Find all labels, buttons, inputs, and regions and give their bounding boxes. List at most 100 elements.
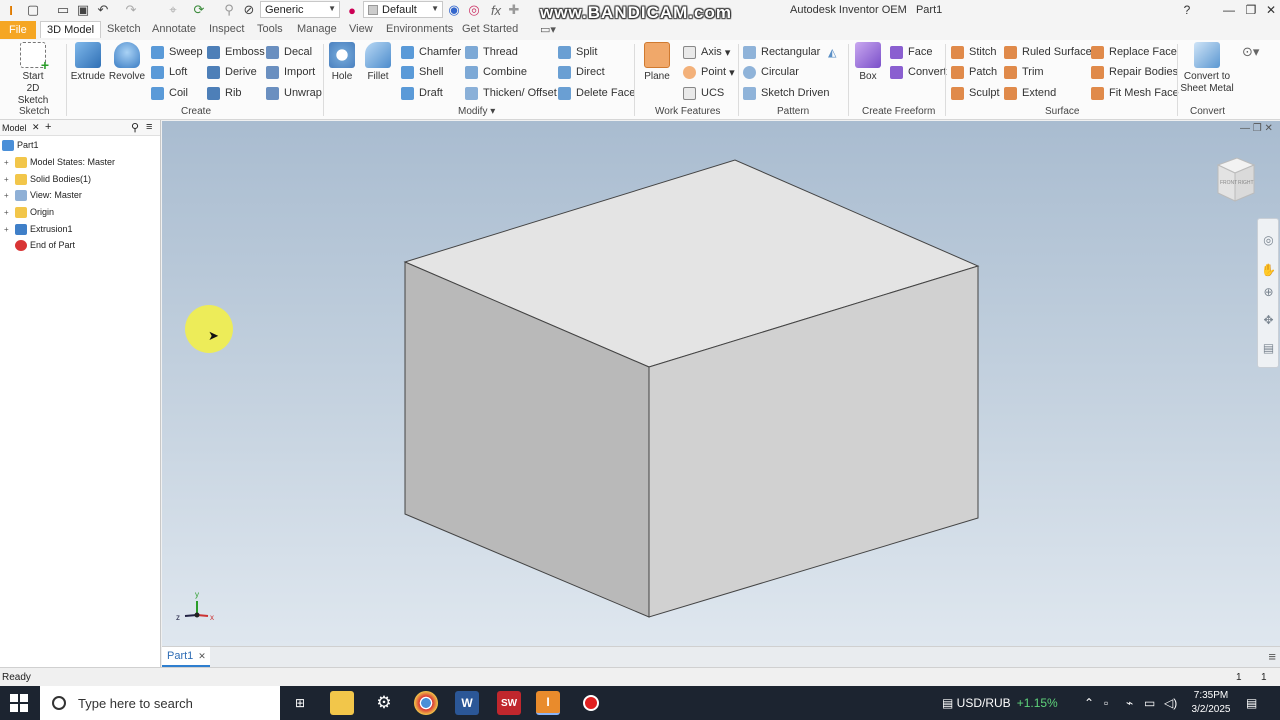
solidworks-icon[interactable]: SW [497,691,521,715]
tab-file[interactable]: File [0,21,36,39]
tab-sketch[interactable]: Sketch [107,23,141,35]
expand-icon[interactable]: + [4,191,12,200]
tree-item-origin[interactable]: + Origin [4,204,54,220]
delete-face-button[interactable]: Delete Face [558,84,635,102]
expand-icon[interactable]: + [4,175,12,184]
panel-label-modify[interactable]: Modify ▾ [458,106,495,117]
decal-button[interactable]: Decal [266,43,312,61]
direct-button[interactable]: Direct [558,63,605,81]
pan-icon[interactable]: ✋ [1261,263,1276,278]
ruled-surface-button[interactable]: Ruled Surface [1004,43,1092,61]
tab-annotate[interactable]: Annotate [152,23,196,35]
new-file-icon[interactable]: ▢ [24,1,42,19]
tree-item-part1[interactable]: Part1 [2,137,39,153]
stitch-button[interactable]: Stitch [951,43,997,61]
repair-bodies-button[interactable]: Repair Bodies [1091,63,1178,81]
fillet-button[interactable]: Fillet [358,42,398,83]
tab-tools[interactable]: Tools [257,23,283,35]
microphone-icon[interactable]: ⌁ [1126,696,1133,710]
hole-button[interactable]: Hole [322,42,362,83]
close-icon[interactable]: ✕ [198,651,206,662]
bandicam-record-icon[interactable] [579,691,603,715]
save-icon[interactable]: ▣ [74,1,92,19]
taskbar-search-box[interactable]: Type here to search [40,686,280,720]
fit-mesh-face-button[interactable]: Fit Mesh Face [1091,84,1179,102]
tree-item-extrusion1[interactable]: + Extrusion1 [4,221,73,237]
graphics-viewport[interactable]: y x z FRONT RIGHT ➤ — ❐ ✕ ◎ ✋ ⊕ ✥ ▤ [162,121,1280,646]
sweep-button[interactable]: Sweep [151,43,203,61]
select-icon[interactable]: ⌖ [164,1,182,19]
coil-button[interactable]: Coil [151,84,188,102]
thread-button[interactable]: Thread [465,43,518,61]
task-view-icon[interactable]: ⊞ [288,691,312,715]
restore-button[interactable]: ❐ [1240,0,1262,20]
adjust-appearance-icon[interactable]: ◉ [446,1,462,19]
browser-tab-model[interactable]: Model [2,123,27,133]
mirror-icon[interactable]: ◭ [828,43,836,61]
notifications-icon[interactable]: ▤ [1246,696,1257,710]
freeform-face-button[interactable]: Face [890,43,932,61]
expand-icon[interactable]: + [4,208,12,217]
viewport-window-controls[interactable]: — ❐ ✕ [1240,123,1273,134]
ribbon-display-icon[interactable]: ▭▾ [540,23,556,36]
color-wheel-icon[interactable]: ● [344,1,360,19]
measure-icon[interactable]: ⚲ [220,1,238,19]
view-cube[interactable]: FRONT RIGHT [1216,157,1256,202]
open-folder-icon[interactable]: ▭ [54,1,72,19]
ucs-button[interactable]: UCS [683,84,724,102]
ribbon-options-icon[interactable]: ⊙▾ [1242,43,1259,61]
material-select[interactable]: Generic ▼ [260,1,340,18]
derive-button[interactable]: Derive [207,63,257,81]
freeform-box-button[interactable]: Box [848,42,888,83]
search-icon[interactable]: ⚲ [131,121,139,134]
undo-icon[interactable]: ↶ [94,1,112,19]
circular-pattern-button[interactable]: Circular [743,63,799,81]
close-button[interactable]: ✕ [1260,0,1280,20]
stop-icon[interactable]: ⊘ [240,1,258,19]
file-explorer-icon[interactable] [330,691,354,715]
expand-icon[interactable]: + [4,225,12,234]
document-tab-part1[interactable]: Part1 ✕ [162,647,210,667]
close-icon[interactable]: ✕ [32,122,40,133]
combine-button[interactable]: Combine [465,63,527,81]
rib-button[interactable]: Rib [207,84,242,102]
convert-to-sheet-metal-button[interactable]: Convert to Sheet Metal [1180,42,1234,95]
tab-3d-model[interactable]: 3D Model [40,21,102,38]
thicken-offset-button[interactable]: Thicken/ Offset [465,84,557,102]
rectangular-pattern-button[interactable]: Rectangular [743,43,820,61]
windows-start-icon[interactable] [10,694,28,712]
revolve-button[interactable]: Revolve [107,42,147,83]
start-2d-sketch-button[interactable]: + Start 2D Sketch [13,42,53,107]
patch-button[interactable]: Patch [951,63,997,81]
axis-button[interactable]: Axis ▾ [683,43,730,61]
unwrap-button[interactable]: Unwrap [266,84,322,102]
menu-icon[interactable]: ≡ [1268,649,1276,664]
extend-button[interactable]: Extend [1004,84,1056,102]
tree-item-model-states[interactable]: + Model States: Master [4,154,115,170]
sculpt-button[interactable]: Sculpt [951,84,1000,102]
point-button[interactable]: Point ▾ [683,63,735,81]
replace-face-button[interactable]: Replace Face [1091,43,1177,61]
zoom-icon[interactable]: ⊕ [1261,285,1276,300]
steering-wheel-icon[interactable]: ◎ [1261,233,1276,248]
appearance-select[interactable]: Default ▼ [363,1,443,18]
clear-appearance-icon[interactable]: ◎ [466,1,482,19]
tab-manage[interactable]: Manage [297,23,337,35]
look-at-icon[interactable]: ▤ [1261,341,1276,356]
battery-icon[interactable]: ▭ [1144,696,1155,710]
orbit-icon[interactable]: ✥ [1261,313,1276,328]
redo-icon[interactable]: ↷ [122,1,140,19]
sketch-driven-pattern-button[interactable]: Sketch Driven [743,84,829,102]
trim-button[interactable]: Trim [1004,63,1044,81]
tree-item-view-master[interactable]: + View: Master [4,187,82,203]
shell-button[interactable]: Shell [401,63,443,81]
tab-inspect[interactable]: Inspect [209,23,244,35]
tab-get-started[interactable]: Get Started [462,23,518,35]
chrome-icon[interactable] [414,691,438,715]
stock-widget[interactable]: ▤ USD/RUB +1.15% [942,696,1058,710]
tree-item-solid-bodies[interactable]: + Solid Bodies(1) [4,171,91,187]
device-icon[interactable]: ▫ [1104,696,1108,710]
menu-icon[interactable]: ≡ [146,121,152,133]
draft-button[interactable]: Draft [401,84,443,102]
help-icon[interactable]: ? [1176,0,1198,20]
